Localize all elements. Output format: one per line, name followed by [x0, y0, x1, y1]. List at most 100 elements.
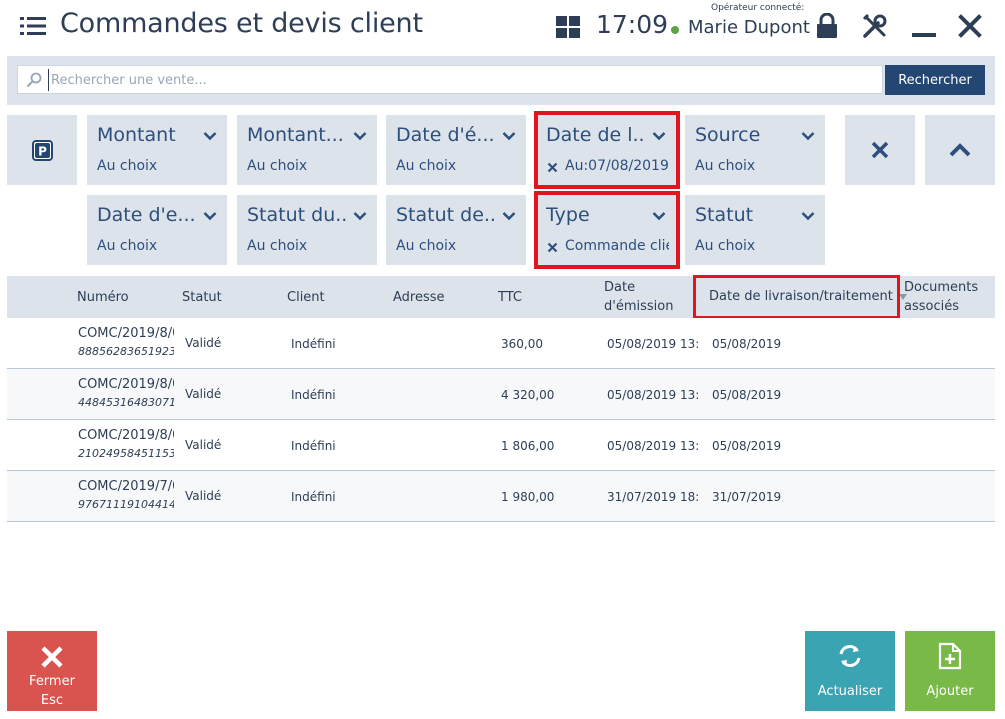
clear-filter-icon[interactable] — [547, 162, 558, 173]
cell-numero: COMC/2019/8/0 — [78, 428, 174, 443]
filter-statut-de[interactable]: Statut de... Au choix — [386, 195, 526, 265]
cell-ttc: 1 980,00 — [501, 490, 555, 504]
filter-value: Au:07/08/2019 — [565, 158, 669, 174]
menu-icon[interactable] — [20, 16, 46, 36]
chevron-down-icon — [203, 212, 217, 221]
clear-all-filters-button[interactable] — [845, 115, 915, 185]
filter-value: Au choix — [695, 238, 756, 254]
filter-label: Date d'é... — [396, 124, 495, 146]
new-document-icon — [938, 642, 962, 670]
search-input[interactable] — [48, 69, 868, 91]
chevron-down-icon — [652, 132, 666, 141]
filter-value: Au choix — [247, 158, 308, 174]
cell-date-emission: 31/07/2019 18:38 — [607, 490, 699, 504]
svg-text:P: P — [38, 145, 47, 159]
grid-view-icon[interactable] — [556, 16, 580, 38]
column-header-line: Documents — [904, 280, 979, 295]
search-button[interactable]: Rechercher — [885, 65, 985, 95]
parked-sales-button[interactable]: P — [7, 115, 77, 185]
column-header-adresse[interactable]: Adresse — [393, 288, 445, 307]
lock-icon[interactable] — [815, 13, 839, 39]
column-header-documents[interactable]: Documents associés — [904, 278, 978, 316]
filter-label: Montant — [97, 124, 176, 146]
filter-date-livraison[interactable]: Date de l... Au:07/08/2019 — [534, 111, 680, 189]
table-header: Numéro Statut Client Adresse TTC Date d'… — [7, 275, 995, 319]
cell-ttc: 1 806,00 — [501, 439, 555, 453]
cell-numero-sub: 448453164830717 — [78, 396, 174, 409]
header: Commandes et devis client 17:09 Opérateu… — [0, 0, 1005, 55]
filter-value: Au choix — [695, 158, 756, 174]
filter-label: Date de l... — [546, 124, 646, 146]
column-header-statut[interactable]: Statut — [182, 288, 222, 307]
filter-montant-2[interactable]: Montant... Au choix — [237, 115, 377, 185]
operator-name[interactable]: Marie Dupont — [688, 17, 810, 38]
refresh-icon — [839, 645, 861, 667]
column-header-numero[interactable]: Numéro — [77, 288, 129, 307]
cell-numero-sub: 210249584511534 — [78, 447, 174, 460]
chevron-up-icon — [949, 143, 971, 157]
cell-statut: Validé — [185, 489, 222, 503]
filter-value: Au choix — [396, 238, 457, 254]
close-button-label: Fermer — [29, 674, 75, 689]
cell-client: Indéfini — [291, 439, 336, 453]
column-header-date-livraison[interactable]: Date de livraison/traitement — [693, 275, 908, 319]
tools-icon[interactable] — [862, 13, 888, 39]
refresh-button[interactable]: Actualiser — [805, 631, 895, 711]
close-window-icon[interactable] — [958, 14, 982, 38]
minimize-icon[interactable] — [912, 14, 936, 38]
filter-value: Au choix — [247, 238, 308, 254]
table-row[interactable]: COMC/2019/8/0 210249584511534 Validé Ind… — [7, 420, 995, 471]
chevron-down-icon — [353, 132, 367, 141]
cell-client: Indéfini — [291, 388, 336, 402]
chevron-down-icon — [353, 212, 367, 221]
filter-value: Au choix — [97, 158, 158, 174]
filter-value: Commande client — [565, 238, 669, 254]
filter-statut[interactable]: Statut Au choix — [685, 195, 825, 265]
filter-montant[interactable]: Montant Au choix — [87, 115, 227, 185]
filter-value: Au choix — [97, 238, 158, 254]
search-icon — [26, 72, 42, 88]
operator-label: Opérateur connecté: — [711, 3, 805, 13]
column-header-line: associés — [904, 299, 959, 314]
cell-ttc: 360,00 — [501, 337, 543, 351]
refresh-button-label: Actualiser — [817, 684, 883, 699]
filter-date-emission[interactable]: Date d'é... Au choix — [386, 115, 526, 185]
cell-ttc: 4 320,00 — [501, 388, 555, 402]
chevron-down-icon — [203, 132, 217, 141]
search-box — [17, 65, 883, 94]
cell-date-emission: 05/08/2019 13:52 — [607, 337, 699, 351]
close-button[interactable]: Fermer Esc — [7, 631, 97, 711]
column-header-client[interactable]: Client — [287, 288, 325, 307]
close-button-shortcut: Esc — [40, 693, 64, 708]
cell-date-livraison: 05/08/2019 — [712, 388, 782, 402]
filter-label: Statut de... — [396, 204, 496, 226]
chevron-down-icon — [801, 212, 815, 221]
table-row[interactable]: COMC/2019/8/0 888562836519238 Validé Ind… — [7, 318, 995, 369]
chevron-down-icon — [502, 132, 516, 141]
page-title: Commandes et devis client — [60, 8, 423, 39]
table-row[interactable]: COMC/2019/7/0 976711191044148 Validé Ind… — [7, 471, 995, 522]
filter-source[interactable]: Source Au choix — [685, 115, 825, 185]
cell-date-emission: 05/08/2019 13:51 — [607, 388, 699, 402]
cell-date-livraison: 31/07/2019 — [712, 490, 782, 504]
column-header-date-emission[interactable]: Date d'émission — [604, 278, 673, 316]
add-button-label: Ajouter — [926, 684, 974, 699]
add-button[interactable]: Ajouter — [905, 631, 995, 711]
column-header-ttc[interactable]: TTC — [498, 288, 522, 307]
clear-filter-icon[interactable] — [547, 242, 558, 253]
table-row[interactable]: COMC/2019/8/0 448453164830717 Validé Ind… — [7, 369, 995, 420]
search-panel: Rechercher — [7, 56, 995, 105]
cell-statut: Validé — [185, 438, 222, 452]
filter-date-echeance[interactable]: Date d'e... Au choix — [87, 195, 227, 265]
parking-icon: P — [32, 140, 53, 161]
cell-date-livraison: 05/08/2019 — [712, 439, 782, 453]
cell-numero: COMC/2019/8/0 — [78, 326, 174, 341]
filter-statut-du[interactable]: Statut du... Au choix — [237, 195, 377, 265]
collapse-filters-button[interactable] — [925, 115, 995, 185]
filter-type[interactable]: Type Commande client — [534, 191, 680, 269]
filter-label: Montant... — [247, 124, 344, 146]
cell-client: Indéfini — [291, 490, 336, 504]
filter-label: Source — [695, 124, 761, 146]
chevron-down-icon — [502, 212, 516, 221]
cell-numero-sub: 976711191044148 — [78, 498, 174, 511]
